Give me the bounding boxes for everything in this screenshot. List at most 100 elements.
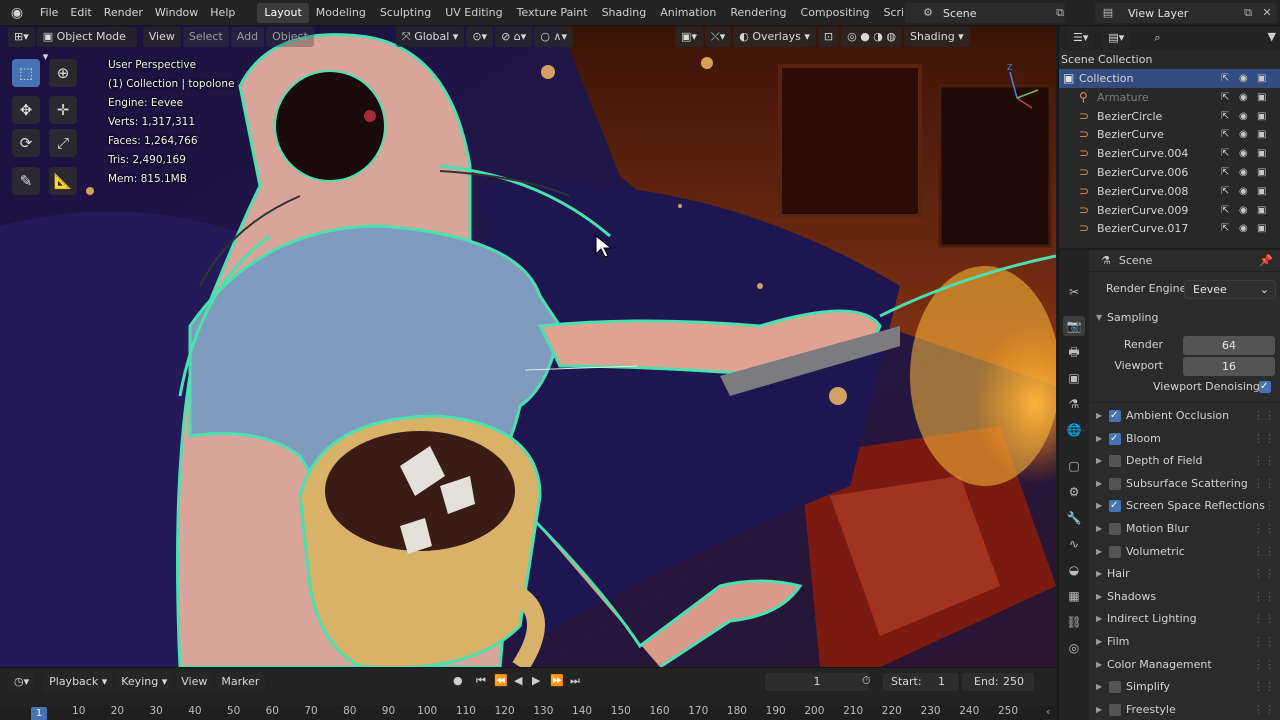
outliner-editor-type-icon[interactable]: ☰▾	[1067, 28, 1095, 48]
camera-icon[interactable]: ▣	[1257, 107, 1266, 126]
view-layer-tab-icon[interactable]: ▣	[1063, 368, 1085, 388]
panel-header-ambient-occlusion[interactable]: ▶ Ambient Occlusion ⋮⋮	[1089, 406, 1280, 426]
constraint-tab-icon[interactable]: ⛓	[1063, 612, 1085, 632]
object-data-tab-icon[interactable]: ∿	[1063, 534, 1085, 554]
outliner-object-row[interactable]: ⊃ BezierCurve.004 ⇱ ◉ ▣	[1059, 144, 1280, 163]
stopwatch-icon[interactable]: ⏱	[862, 674, 871, 688]
view-object-types-icon[interactable]: ▣▾	[674, 27, 703, 47]
menu-window[interactable]: Window	[149, 0, 204, 26]
render-tab-icon[interactable]: 📷	[1063, 316, 1085, 336]
panel-header-hair[interactable]: ▶ Hair ⋮⋮	[1089, 564, 1280, 584]
panel-checkbox[interactable]	[1109, 545, 1121, 558]
outliner-object-row[interactable]: ⊃ BezierCurve.008 ⇱ ◉ ▣	[1059, 182, 1280, 201]
end-frame-field[interactable]: End: 250	[962, 673, 1034, 691]
select-arrow-icon[interactable]: ⇱	[1221, 201, 1229, 220]
tab-layout[interactable]: Layout	[257, 2, 309, 23]
camera-icon[interactable]: ▣	[1257, 182, 1266, 201]
select-arrow-icon[interactable]: ⇱	[1221, 163, 1229, 182]
panel-header-shadows[interactable]: ▶ Shadows ⋮⋮	[1089, 587, 1280, 607]
move-tool-icon[interactable]: ✥	[12, 96, 40, 124]
panel-header-color-management[interactable]: ▶ Color Management ⋮⋮	[1089, 655, 1280, 675]
panel-header-subsurface-scattering[interactable]: ▶ Subsurface Scattering ⋮⋮	[1089, 474, 1280, 494]
eye-icon[interactable]: ◉	[1239, 107, 1248, 126]
tab-rendering[interactable]: Rendering	[723, 3, 793, 23]
tab-shading[interactable]: Shading	[595, 3, 654, 23]
panel-checkbox[interactable]	[1109, 523, 1121, 535]
copy-icon[interactable]: ⧉	[1241, 6, 1255, 20]
render-samples-field[interactable]: 64	[1183, 336, 1275, 355]
timeline-editor-type-icon[interactable]: ◷▾	[8, 672, 36, 692]
material-tab-icon[interactable]: ◒	[1063, 560, 1085, 580]
sampling-panel-header[interactable]: ▼ Sampling	[1089, 308, 1280, 328]
jump-keyframe-forward-icon[interactable]: ⏩	[550, 674, 564, 687]
camera-icon[interactable]: ▣	[1257, 219, 1266, 238]
panel-header-simplify[interactable]: ▶ Simplify ⋮⋮	[1089, 677, 1280, 697]
outliner-object-row[interactable]: ⊃ BezierCircle ⇱ ◉ ▣	[1059, 107, 1280, 126]
outliner-collection[interactable]: ▣ Collection ⇱ ◉ ▣	[1059, 69, 1280, 88]
panel-checkbox[interactable]	[1109, 477, 1121, 490]
start-frame-field[interactable]: Start: 1	[883, 673, 959, 691]
select-arrow-icon[interactable]: ⇱	[1221, 125, 1229, 144]
camera-icon[interactable]: ▣	[1257, 201, 1266, 220]
xray-icon[interactable]: ⊡	[817, 27, 840, 47]
camera-icon[interactable]: ▣	[1257, 69, 1266, 88]
eye-icon[interactable]: ◉	[1239, 201, 1248, 220]
select-arrow-icon[interactable]: ⇱	[1221, 219, 1229, 238]
panel-header-freestyle[interactable]: ▶ Freestyle ⋮⋮	[1089, 700, 1280, 720]
shading-dropdown[interactable]: Shading ▾	[903, 27, 970, 47]
editor-type-icon[interactable]: ⊞▾	[8, 27, 35, 47]
drag-handle-icon[interactable]: ⋮⋮	[1253, 632, 1275, 652]
jump-end-icon[interactable]: ⏭	[570, 674, 580, 688]
camera-icon[interactable]: ▣	[1257, 163, 1266, 182]
object-mode-dropdown[interactable]: ▣ Object Mode ▾	[36, 27, 137, 63]
menu-help[interactable]: Help	[204, 0, 241, 26]
panel-checkbox[interactable]	[1109, 496, 1121, 516]
tab-modeling[interactable]: Modeling	[309, 3, 373, 23]
transform-orientation-dropdown[interactable]: ⤧ Global ▾	[395, 27, 465, 47]
drag-handle-icon[interactable]: ⋮⋮	[1253, 655, 1275, 675]
select-arrow-icon[interactable]: ⇱	[1221, 182, 1229, 201]
select-arrow-icon[interactable]: ⇱	[1221, 69, 1229, 88]
menu-view[interactable]: View	[142, 27, 181, 47]
select-arrow-icon[interactable]: ⇱	[1221, 88, 1229, 107]
panel-header-bloom[interactable]: ▶ Bloom ⋮⋮	[1089, 429, 1280, 449]
panel-checkbox[interactable]	[1109, 406, 1121, 426]
wrench-tab-icon[interactable]: 🔧	[1063, 508, 1085, 528]
play-reverse-icon[interactable]: ◀	[514, 674, 522, 687]
display-mode-icon[interactable]: ▤▾	[1102, 28, 1131, 48]
render-engine-dropdown[interactable]: Eevee ⌄	[1184, 280, 1276, 299]
outliner-scene-collection[interactable]: Scene Collection	[1059, 50, 1280, 69]
drag-handle-icon[interactable]: ⋮⋮	[1253, 609, 1275, 629]
panel-header-indirect-lighting[interactable]: ▶ Indirect Lighting ⋮⋮	[1089, 609, 1280, 629]
blender-logo-icon[interactable]: ◉	[0, 0, 34, 26]
jump-start-icon[interactable]: ⏮	[476, 674, 486, 688]
drag-handle-icon[interactable]: ⋮⋮	[1253, 519, 1275, 539]
scene-tab-icon[interactable]: ⚗	[1063, 394, 1085, 414]
outliner-object-row[interactable]: ⊃ BezierCurve ⇱ ◉ ▣	[1059, 125, 1280, 144]
drag-handle-icon[interactable]: ⋮⋮	[1253, 451, 1275, 471]
drag-handle-icon[interactable]: ⋮⋮	[1253, 429, 1275, 449]
menu-edit[interactable]: Edit	[64, 0, 97, 26]
rotate-tool-icon[interactable]: ⟳	[12, 129, 40, 157]
keying-menu[interactable]: Keying ▾	[115, 672, 174, 692]
eye-icon[interactable]: ◉	[1239, 88, 1248, 107]
snap-icon[interactable]: ⊘ ⌂▾	[495, 27, 533, 47]
tool-tab-icon[interactable]: ✂	[1063, 282, 1085, 302]
3d-viewport[interactable]: ⊞▾ ▣ Object Mode ▾ View Select Add Objec…	[0, 26, 1056, 667]
panel-header-motion-blur[interactable]: ▶ Motion Blur ⋮⋮	[1089, 519, 1280, 539]
output-tab-icon[interactable]: 🖶	[1063, 342, 1085, 362]
play-icon[interactable]: ▶	[532, 674, 540, 687]
current-frame-marker[interactable]: 1	[31, 707, 47, 720]
select-box-tool-icon[interactable]: ⬚	[12, 59, 40, 87]
select-arrow-icon[interactable]: ⇱	[1221, 144, 1229, 163]
tab-compositing[interactable]: Compositing	[794, 3, 877, 23]
world-tab-icon[interactable]: 🌐	[1063, 420, 1085, 440]
current-frame-field[interactable]: 1	[765, 673, 869, 691]
overlays-dropdown[interactable]: ◐ Overlays ▾	[733, 27, 816, 47]
drag-handle-icon[interactable]: ⋮⋮	[1253, 406, 1275, 426]
panel-header-depth-of-field[interactable]: ▶ Depth of Field ⋮⋮	[1089, 451, 1280, 471]
menu-select[interactable]: Select	[182, 27, 229, 47]
viewport-denoising-checkbox[interactable]	[1259, 377, 1271, 397]
eye-icon[interactable]: ◉	[1239, 125, 1248, 144]
outliner-object-row[interactable]: ⊃ BezierCurve.009 ⇱ ◉ ▣	[1059, 201, 1280, 220]
